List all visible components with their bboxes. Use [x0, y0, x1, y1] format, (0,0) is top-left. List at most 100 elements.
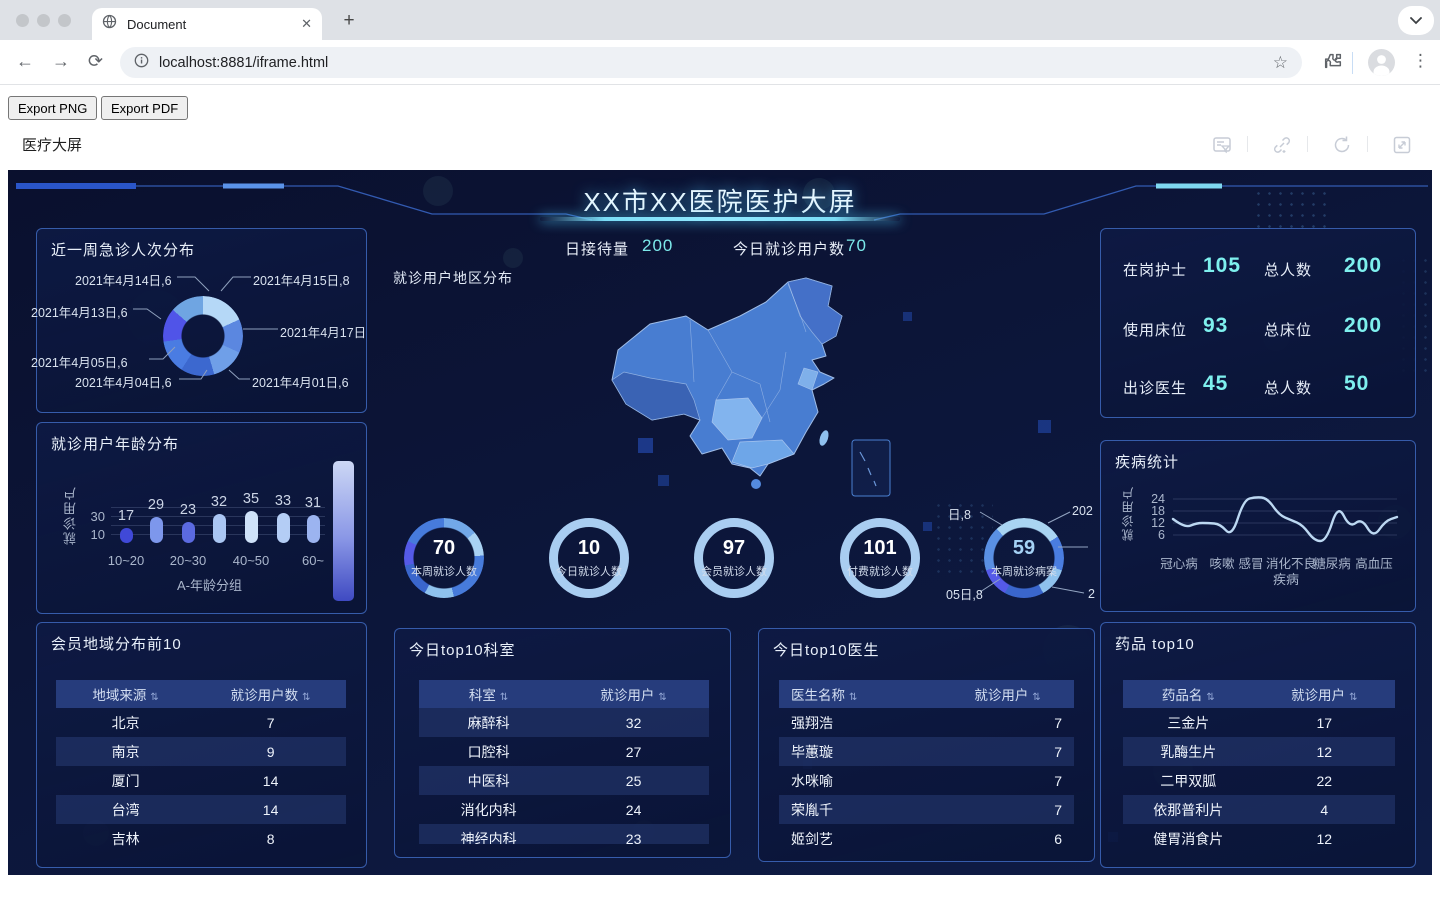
stat-ring: 101付费就诊人数	[836, 518, 924, 598]
cell-label: 台湾	[56, 800, 195, 820]
bar-value: 17	[109, 508, 143, 524]
table-row: 吉林8	[56, 824, 346, 853]
window-close-button[interactable]	[16, 14, 29, 27]
panel-top-drugs: 药品 top10 药品名⇅就诊用户⇅三金片17乳酶生片12二甲双胍22依那普利片…	[1100, 622, 1416, 868]
url-bar[interactable]: localhost:8881/iframe.html ☆	[120, 47, 1302, 78]
tab-close-icon[interactable]: ✕	[301, 16, 312, 32]
cell-value: 4	[1254, 802, 1395, 818]
donut-label: 2021年4月14日,6	[75, 270, 172, 289]
disease-line-chart: 2418126冠心病咳嗽感冒消化不良糖尿病高血压	[1101, 441, 1417, 613]
browser-tab[interactable]: Document ✕	[92, 8, 322, 40]
medical-dashboard: XX市XX医院医护大屏 日接待量 200 今日就诊用户数 70 就诊用户地区分布	[8, 170, 1432, 875]
profile-avatar[interactable]	[1368, 49, 1395, 76]
panel-member-region: 会员地域分布前10 地域来源⇅就诊用户数⇅北京7南京9厦门14台湾14吉林8	[36, 622, 367, 868]
visualmap-gradient-legend[interactable]	[333, 461, 354, 601]
ring-label: 付费就诊人数	[847, 563, 913, 579]
back-icon[interactable]: ←	[16, 51, 34, 72]
link-icon[interactable]	[1271, 134, 1293, 156]
header-divider	[1247, 136, 1248, 152]
cell-value: 27	[558, 744, 709, 760]
sort-icon[interactable]: ⇅	[500, 692, 508, 703]
bookmark-star-icon[interactable]: ☆	[1273, 53, 1288, 73]
tab-search-button[interactable]	[1398, 6, 1434, 35]
forward-icon[interactable]: →	[52, 51, 70, 72]
donut-label: 2021年4月04日,6	[75, 372, 172, 391]
column-header[interactable]: 就诊用户⇅	[1254, 684, 1395, 704]
column-header[interactable]: 就诊用户数⇅	[195, 684, 346, 704]
reload-icon[interactable]: ⟳	[88, 51, 103, 72]
export-pdf-button[interactable]: Export PDF	[101, 96, 188, 120]
cell-label: 厦门	[56, 771, 195, 791]
column-header[interactable]: 就诊用户⇅	[558, 684, 709, 704]
window-minimize-button[interactable]	[37, 14, 50, 27]
new-tab-button[interactable]: +	[336, 10, 362, 32]
panel-top-doctors: 今日top10医生 医生名称⇅就诊用户⇅强翔浩7毕蕙璇7水咪喻7荣胤千7姬剑艺6	[758, 628, 1095, 862]
bar	[120, 528, 133, 543]
bar-value: 32	[202, 494, 236, 510]
refresh-icon[interactable]	[1331, 134, 1353, 156]
china-map	[560, 272, 900, 502]
header-divider	[1367, 136, 1368, 152]
x-tick: 40~50	[223, 553, 279, 568]
window-zoom-button[interactable]	[58, 14, 71, 27]
sort-icon[interactable]: ⇅	[658, 692, 666, 703]
cell-label: 神经内科	[419, 829, 558, 845]
cell-label: 二甲双胍	[1123, 771, 1254, 791]
column-header[interactable]: 医生名称⇅	[779, 684, 941, 704]
browser-menu-kebab-icon[interactable]: ⋮	[1412, 51, 1429, 71]
sort-icon[interactable]: ⇅	[1032, 692, 1040, 703]
cell-value: 12	[1254, 831, 1395, 847]
cell-label: 毕蕙璇	[779, 742, 941, 762]
table-row: 依那普利片4	[1123, 795, 1395, 824]
cell-value: 12	[1254, 744, 1395, 760]
cell-value: 14	[195, 802, 346, 818]
fullscreen-icon[interactable]	[1391, 134, 1413, 156]
sort-icon[interactable]: ⇅	[150, 692, 158, 703]
bar	[182, 522, 195, 543]
panel-age-distribution: 就诊用户年龄分布 30101729233235333110~2020~3040~…	[36, 422, 367, 614]
extensions-puzzle-icon[interactable]	[1322, 50, 1344, 77]
bar-value: 29	[139, 497, 173, 513]
kpi-value: 70	[846, 236, 867, 256]
panel-title: 今日top10医生	[773, 639, 880, 660]
sort-icon[interactable]: ⇅	[1349, 692, 1357, 703]
y-tick: 6	[1139, 528, 1165, 542]
cell-value: 7	[195, 715, 346, 731]
column-header[interactable]: 就诊用户⇅	[941, 684, 1074, 704]
member-region-table: 地域来源⇅就诊用户数⇅北京7南京9厦门14台湾14吉林8	[56, 680, 346, 853]
site-info-icon[interactable]	[134, 53, 149, 73]
sort-icon[interactable]: ⇅	[1206, 692, 1214, 703]
cell-label: 依那普利片	[1123, 800, 1254, 820]
sort-icon[interactable]: ⇅	[302, 692, 310, 703]
stat-ring: 10今日就诊人数	[545, 518, 633, 598]
cell-value: 6	[941, 831, 1074, 847]
kpi-value: 200	[642, 236, 673, 256]
cell-value: 25	[558, 773, 709, 789]
table-row: 毕蕙璇7	[779, 737, 1074, 766]
kpi-label: 今日就诊用户数	[733, 238, 845, 259]
browser-toolbar: ← → ⟳ localhost:8881/iframe.html ☆ ⋮	[0, 40, 1440, 85]
table-row: 水咪喻7	[779, 766, 1074, 795]
chevron-down-icon	[1410, 17, 1422, 25]
bar-value: 23	[171, 502, 205, 518]
ring-value: 70	[433, 537, 455, 560]
cell-value: 7	[941, 715, 1074, 731]
y-tick: 30	[79, 509, 105, 524]
sort-icon[interactable]: ⇅	[849, 692, 857, 703]
panel-title: 药品 top10	[1115, 633, 1195, 654]
column-header[interactable]: 科室⇅	[419, 684, 558, 704]
kpi-label: 日接待量	[565, 238, 629, 259]
filter-document-icon[interactable]	[1211, 134, 1233, 156]
dashboard-title: XX市XX医院医护大屏	[8, 182, 1432, 219]
stat-ring: 70本周就诊人数	[400, 518, 488, 598]
column-header[interactable]: 地域来源⇅	[56, 684, 195, 704]
cell-value: 8	[195, 831, 346, 847]
cell-value: 7	[941, 802, 1074, 818]
table-row: 口腔科27	[419, 737, 709, 766]
export-png-button[interactable]: Export PNG	[8, 96, 97, 120]
column-header[interactable]: 药品名⇅	[1123, 684, 1254, 704]
cell-value: 23	[558, 831, 709, 845]
ring-value: 10	[578, 537, 600, 560]
cell-value: 17	[1254, 715, 1395, 731]
cell-label: 健胃消食片	[1123, 829, 1254, 849]
